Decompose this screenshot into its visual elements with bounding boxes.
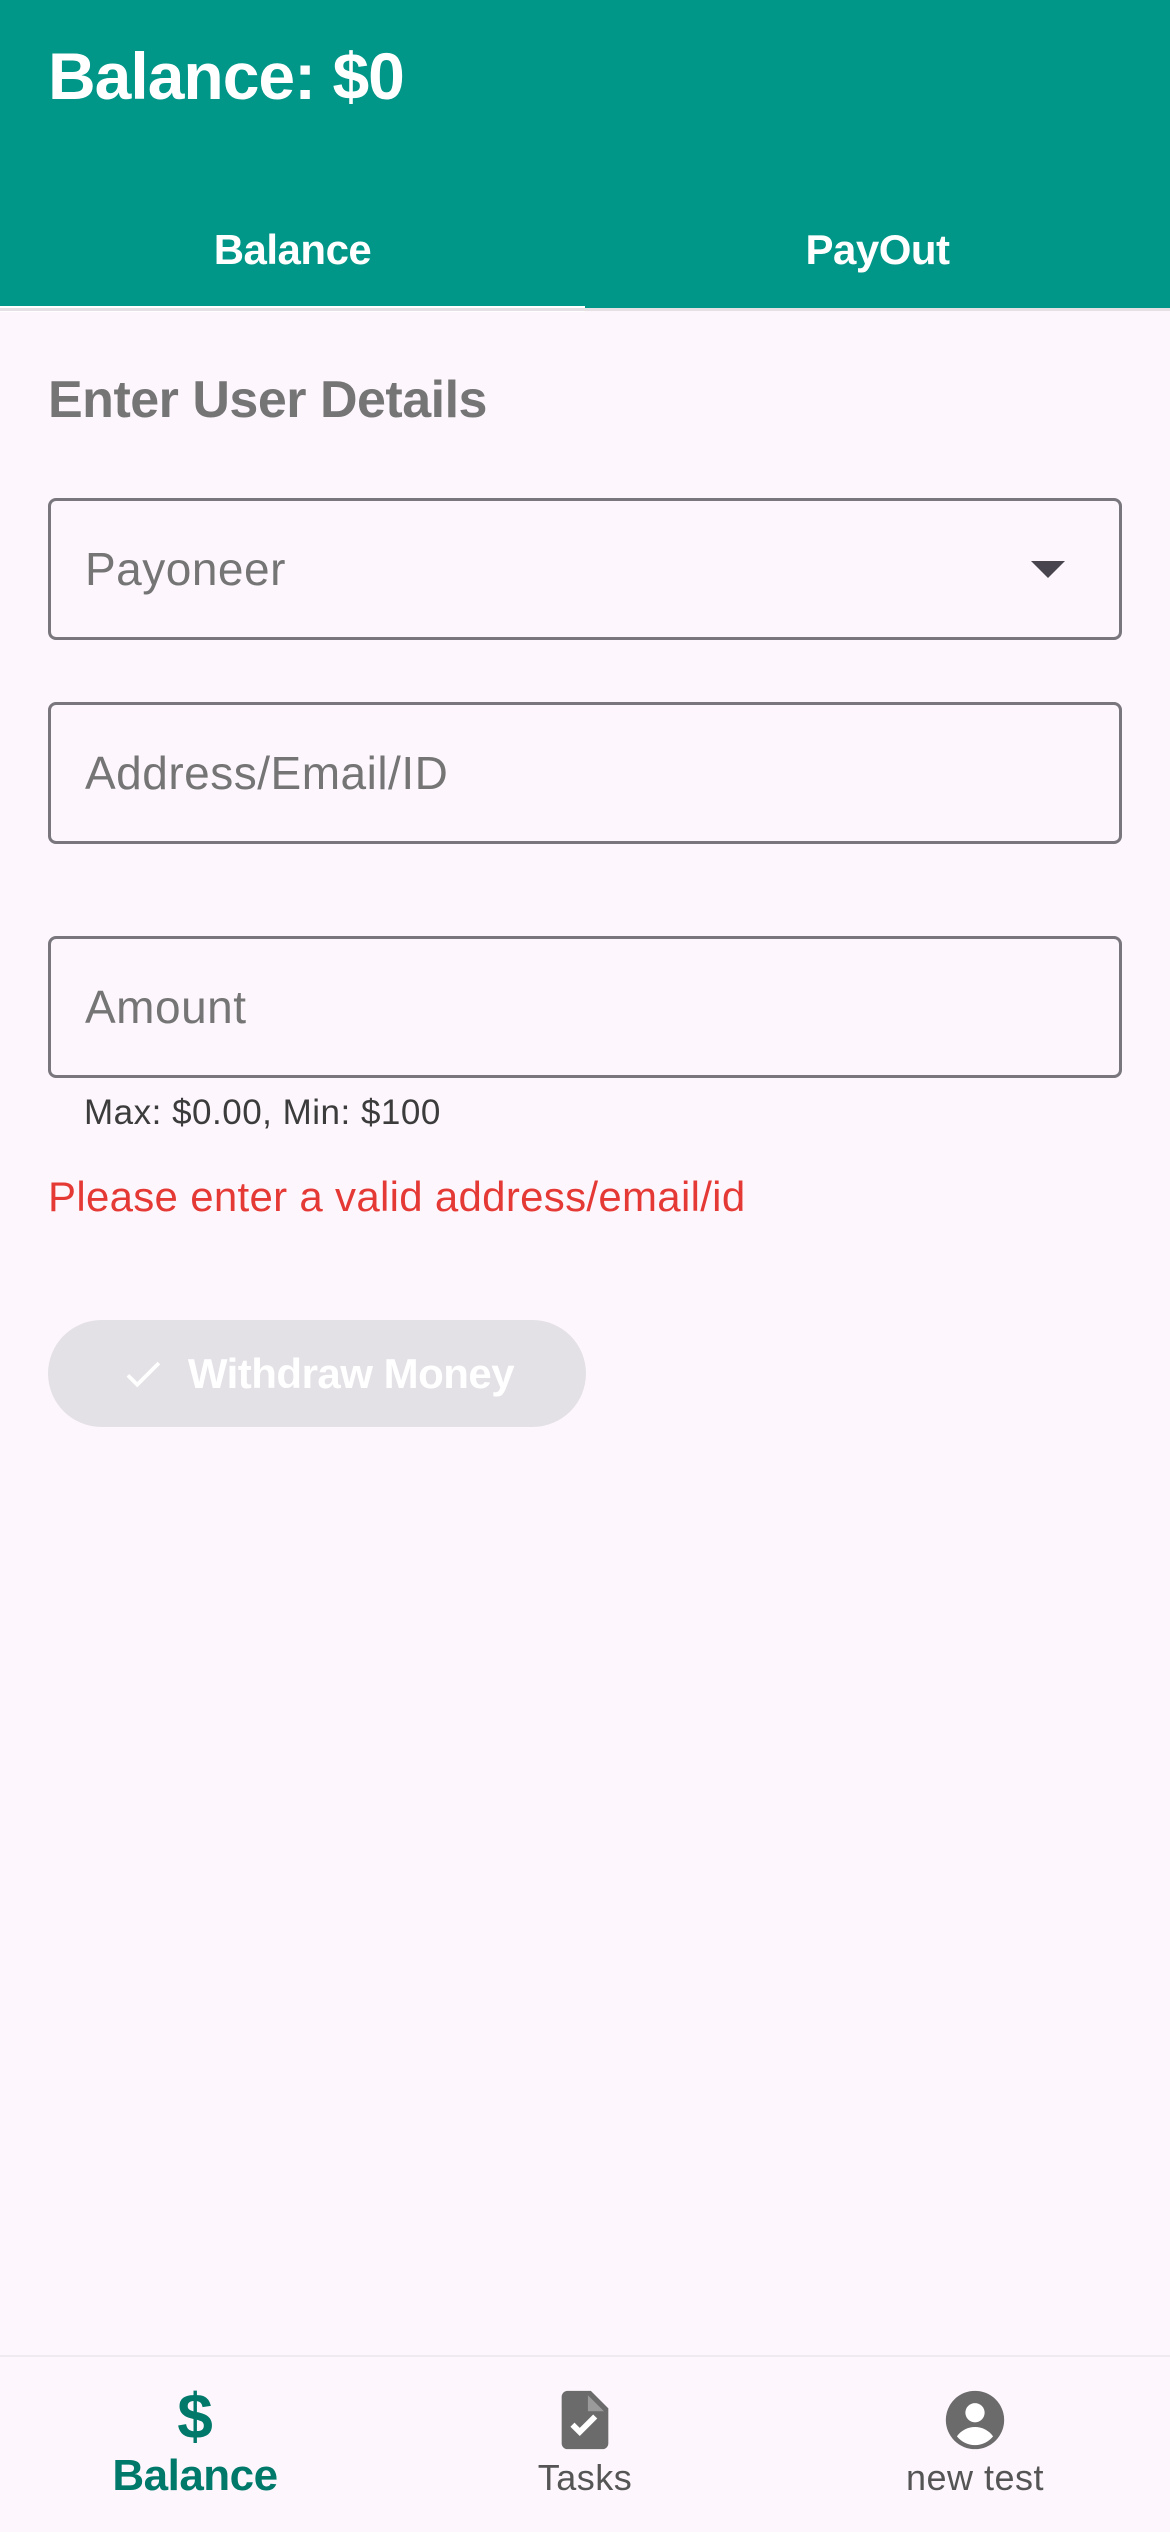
tab-balance[interactable]: Balance bbox=[0, 190, 585, 312]
tabs-divider bbox=[0, 308, 1170, 311]
withdraw-money-label: Withdraw Money bbox=[187, 1349, 515, 1397]
dollar-icon: $ bbox=[177, 2380, 213, 2452]
payment-method-value: Payoneer bbox=[85, 543, 286, 595]
nav-item-tasks[interactable]: Tasks bbox=[390, 2357, 780, 2532]
tab-payout-label: PayOut bbox=[805, 226, 950, 273]
check-icon bbox=[126, 1361, 161, 1387]
section-heading: Enter User Details bbox=[48, 371, 487, 429]
bottom-navigation: $ Balance Tasks new test bbox=[0, 2355, 1170, 2532]
error-message: Please enter a valid address/email/id bbox=[48, 1173, 746, 1220]
payment-method-dropdown[interactable]: Payoneer bbox=[48, 498, 1122, 640]
account-circle-icon bbox=[945, 2390, 1005, 2450]
amount-placeholder: Amount bbox=[85, 981, 247, 1033]
tab-balance-label: Balance bbox=[213, 226, 372, 273]
address-input[interactable]: Address/Email/ID bbox=[48, 702, 1122, 844]
balance-title: Balance: $0 bbox=[48, 39, 405, 113]
amount-helper-text: Max: $0.00, Min: $100 bbox=[84, 1093, 441, 1132]
app-bar: Balance: $0 Balance PayOut bbox=[0, 0, 1170, 312]
app-screen: Balance: $0 Balance PayOut Enter User De… bbox=[0, 0, 1170, 2532]
nav-label-balance: Balance bbox=[112, 2451, 278, 2500]
address-placeholder: Address/Email/ID bbox=[85, 747, 449, 799]
tab-payout[interactable]: PayOut bbox=[585, 190, 1170, 310]
nav-label-tasks: Tasks bbox=[537, 2457, 633, 2498]
nav-label-profile: new test bbox=[905, 2457, 1045, 2498]
nav-item-profile[interactable]: new test bbox=[780, 2357, 1170, 2532]
dropdown-arrow-icon bbox=[1031, 561, 1065, 578]
amount-input[interactable]: Amount bbox=[48, 936, 1122, 1078]
withdraw-money-button[interactable]: Withdraw Money bbox=[48, 1320, 586, 1427]
nav-item-balance[interactable]: $ Balance bbox=[0, 2357, 390, 2532]
task-document-icon bbox=[561, 2390, 609, 2450]
tab-bar: Balance PayOut bbox=[0, 190, 1170, 312]
